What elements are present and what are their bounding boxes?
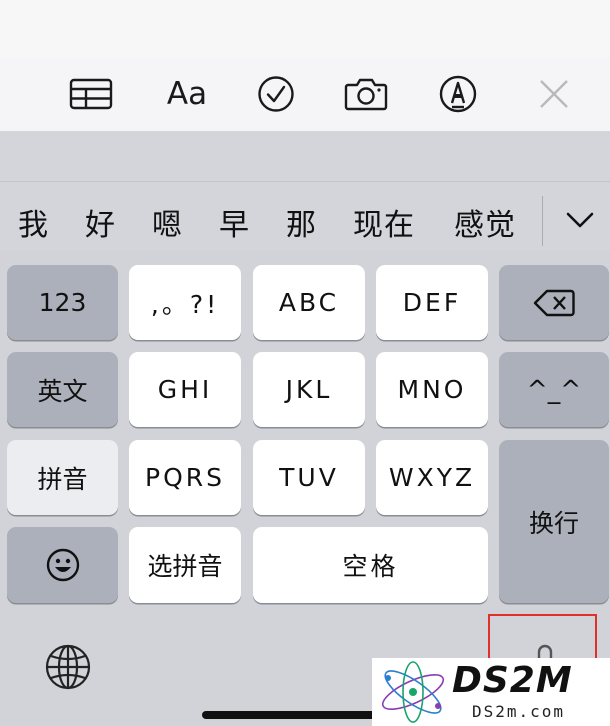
globe-button[interactable] <box>44 643 92 691</box>
key-label: ,。?! <box>150 289 220 319</box>
key-label: DEF <box>402 288 462 317</box>
key-label: 123 <box>38 288 87 317</box>
emoji-key[interactable] <box>7 527 118 603</box>
delete-backspace-icon <box>533 289 575 316</box>
tuv-key[interactable]: TUV <box>253 440 365 515</box>
english-key[interactable]: 英文 <box>7 352 118 427</box>
key-label: JKL <box>285 375 333 404</box>
numbers-key[interactable]: 123 <box>7 265 118 340</box>
key-label: 换行 <box>528 508 579 538</box>
atom-logo-icon <box>381 661 445 723</box>
candidate-word[interactable]: 那 <box>286 200 317 252</box>
return-key[interactable]: 换行 <box>499 440 609 603</box>
candidate-word[interactable]: 好 <box>85 200 116 252</box>
table-button[interactable] <box>66 72 116 116</box>
abc-key[interactable]: ABC <box>253 265 365 340</box>
candidate-word[interactable]: 感觉 <box>454 200 516 252</box>
watermark-brand: DS2M <box>452 660 573 701</box>
pqrs-key[interactable]: PQRS <box>129 440 241 515</box>
chevron-down-icon <box>566 212 594 228</box>
key-label: PQRS <box>145 463 225 492</box>
key-label: MNO <box>397 375 467 404</box>
close-icon <box>540 80 568 108</box>
watermark: DS2M DS2m.com <box>372 658 610 726</box>
space-key[interactable]: 空格 <box>253 527 488 603</box>
delete-key[interactable] <box>499 265 609 340</box>
smiley-icon <box>46 548 79 582</box>
pinyin-key[interactable]: 拼音 <box>7 440 118 515</box>
key-label: GHI <box>157 375 213 404</box>
key-label: 选拼音 <box>147 552 223 581</box>
format-button[interactable]: Aa <box>160 72 214 116</box>
candidate-word[interactable]: 嗯 <box>152 200 183 252</box>
key-label: ^_^ <box>526 375 582 404</box>
candidate-bar: 我 好 嗯 早 那 现在 感觉 <box>0 200 540 252</box>
candidate-word[interactable]: 现在 <box>353 200 415 252</box>
divider <box>0 181 610 182</box>
candidate-word[interactable]: 我 <box>18 200 49 252</box>
camera-button[interactable] <box>342 72 390 116</box>
candidate-word[interactable]: 早 <box>219 200 250 252</box>
emoticon-key[interactable]: ^_^ <box>499 352 609 427</box>
notes-toolbar: Aa <box>0 58 610 131</box>
checklist-button[interactable] <box>254 72 298 116</box>
markup-button[interactable] <box>436 72 480 116</box>
wxyz-key[interactable]: WXYZ <box>376 440 488 515</box>
close-button[interactable] <box>532 72 576 116</box>
key-label: 英文 <box>37 376 88 406</box>
candidate-separator <box>542 196 543 246</box>
punctuation-key[interactable]: ,。?! <box>129 265 241 340</box>
globe-icon <box>45 644 91 690</box>
select-pinyin-key[interactable]: 选拼音 <box>129 527 241 603</box>
note-background <box>0 0 610 58</box>
key-label: TUV <box>279 463 339 492</box>
watermark-url: DS2m.com <box>472 702 566 721</box>
camera-icon <box>344 78 388 111</box>
checkmark-circle-icon <box>258 76 294 112</box>
jkl-key[interactable]: JKL <box>253 352 365 427</box>
key-label: ABC <box>278 288 340 317</box>
pen-circle-icon <box>439 75 477 113</box>
def-key[interactable]: DEF <box>376 265 488 340</box>
mno-key[interactable]: MNO <box>376 352 488 427</box>
key-label: 拼音 <box>37 464 88 494</box>
key-label: WXYZ <box>388 463 476 492</box>
ghi-key[interactable]: GHI <box>129 352 241 427</box>
expand-candidates-button[interactable] <box>556 200 604 240</box>
key-label: 空格 <box>342 552 399 581</box>
table-icon <box>69 78 113 110</box>
